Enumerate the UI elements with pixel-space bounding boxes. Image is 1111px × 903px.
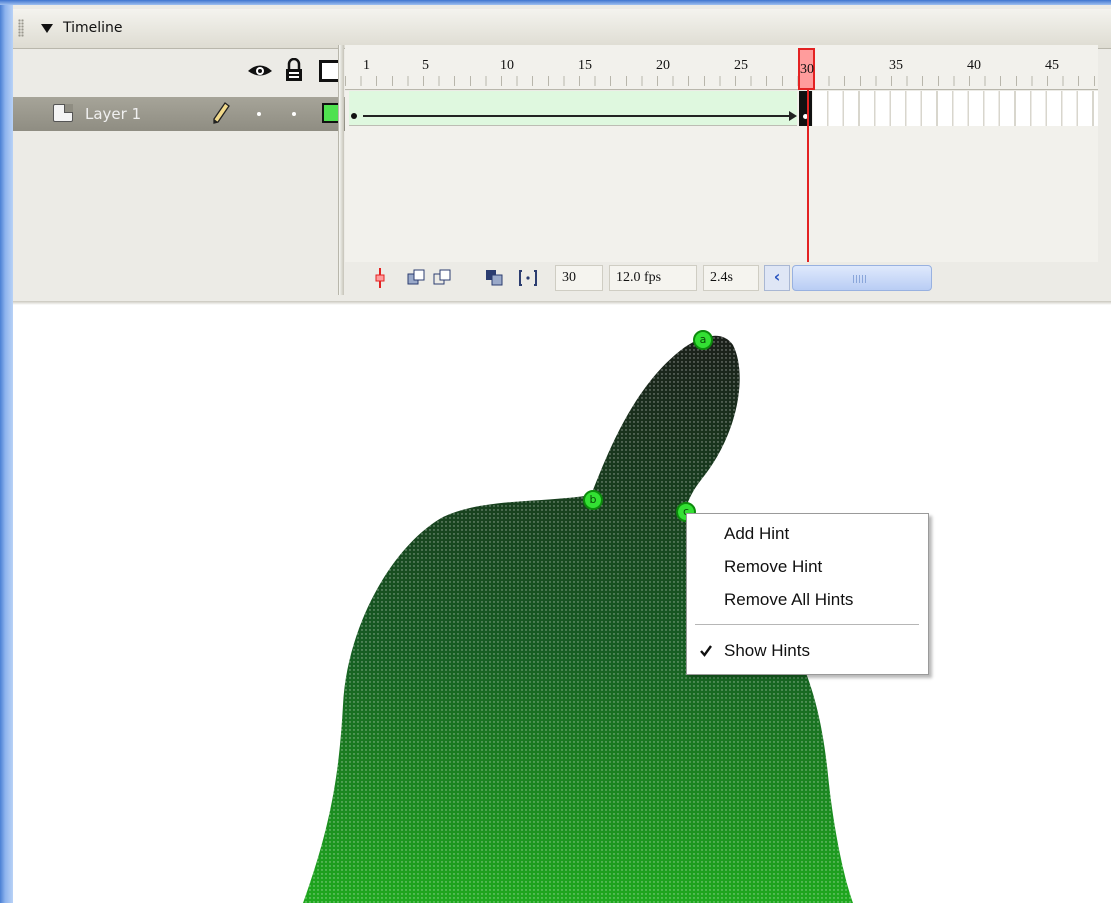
check-icon [700,645,712,657]
menu-item-show-hints[interactable]: Show Hints [687,636,928,666]
ruler-ticks [345,76,1098,86]
pencil-icon [213,102,230,124]
horizontal-scroll-thumb[interactable] [792,265,932,291]
playhead-frame-label: 30 [800,62,814,77]
layer-name[interactable]: Layer 1 [85,105,141,123]
onion-skin-outlines-icon[interactable] [431,266,453,290]
modify-onion-markers-icon[interactable] [517,266,539,290]
window-frame-left [0,0,13,903]
visibility-dot[interactable] [257,112,261,116]
frame-grid[interactable] [345,91,1098,262]
frame-ruler[interactable]: 1 5 10 15 20 25 35 40 45 [345,45,1098,90]
ruler-tick-label: 5 [422,58,429,73]
lock-dot[interactable] [292,112,296,116]
shape-hint-a[interactable]: a [693,330,713,350]
menu-item-add-hint[interactable]: Add Hint [687,519,928,549]
onion-skin-icon[interactable] [405,266,427,290]
ruler-tick-label: 15 [578,58,592,73]
tween-arrow [363,111,797,121]
ruler-tick-label: 20 [656,58,670,73]
timeline-status-bar: 30 12.0 fps 2.4s ‹ [345,262,1098,295]
menu-separator [695,624,919,625]
tweened-shape[interactable] [13,305,1111,903]
eye-icon[interactable] [247,62,273,80]
panel-title: Timeline [63,20,123,36]
keyframe-start[interactable] [351,113,357,119]
ruler-tick-label: 40 [967,58,981,73]
empty-frames[interactable] [813,91,1098,126]
frame-rate-field[interactable]: 12.0 fps [609,265,697,291]
elapsed-time-field: 2.4s [703,265,759,291]
menu-item-remove-all-hints[interactable]: Remove All Hints [687,585,928,615]
current-frame-field: 30 [555,265,603,291]
keyframe-end[interactable] [799,91,812,126]
collapse-triangle-icon[interactable] [41,24,53,33]
playhead-line [807,90,809,262]
center-frame-icon[interactable] [369,266,391,290]
ruler-tick-label: 25 [734,58,748,73]
ruler-tick-label: 35 [889,58,903,73]
timeline-panel-header[interactable]: Timeline [13,9,1111,49]
ruler-tick-label: 10 [500,58,514,73]
playhead-handle[interactable]: 30 [798,48,815,90]
motion-tween-span[interactable] [349,91,797,126]
menu-item-show-hints-label: Show Hints [724,641,810,660]
layer-type-icon [53,104,73,122]
layer-header-icons [13,50,351,95]
layer-row[interactable]: Layer 1 [13,97,351,131]
panel-gripper-icon[interactable] [18,19,24,37]
column-divider[interactable] [338,45,344,295]
stage-canvas[interactable]: a b c [13,305,1111,903]
scroll-left-button[interactable]: ‹ [764,265,790,291]
hint-context-menu: Add Hint Remove Hint Remove All Hints Sh… [686,513,929,675]
ruler-tick-label: 1 [363,58,370,73]
lock-icon[interactable] [284,58,304,82]
ruler-tick-label: 45 [1045,58,1059,73]
edit-multiple-frames-icon[interactable] [483,266,505,290]
menu-item-remove-hint[interactable]: Remove Hint [687,552,928,582]
layer-column: Layer 1 [13,50,351,329]
shape-hint-b[interactable]: b [583,490,603,510]
